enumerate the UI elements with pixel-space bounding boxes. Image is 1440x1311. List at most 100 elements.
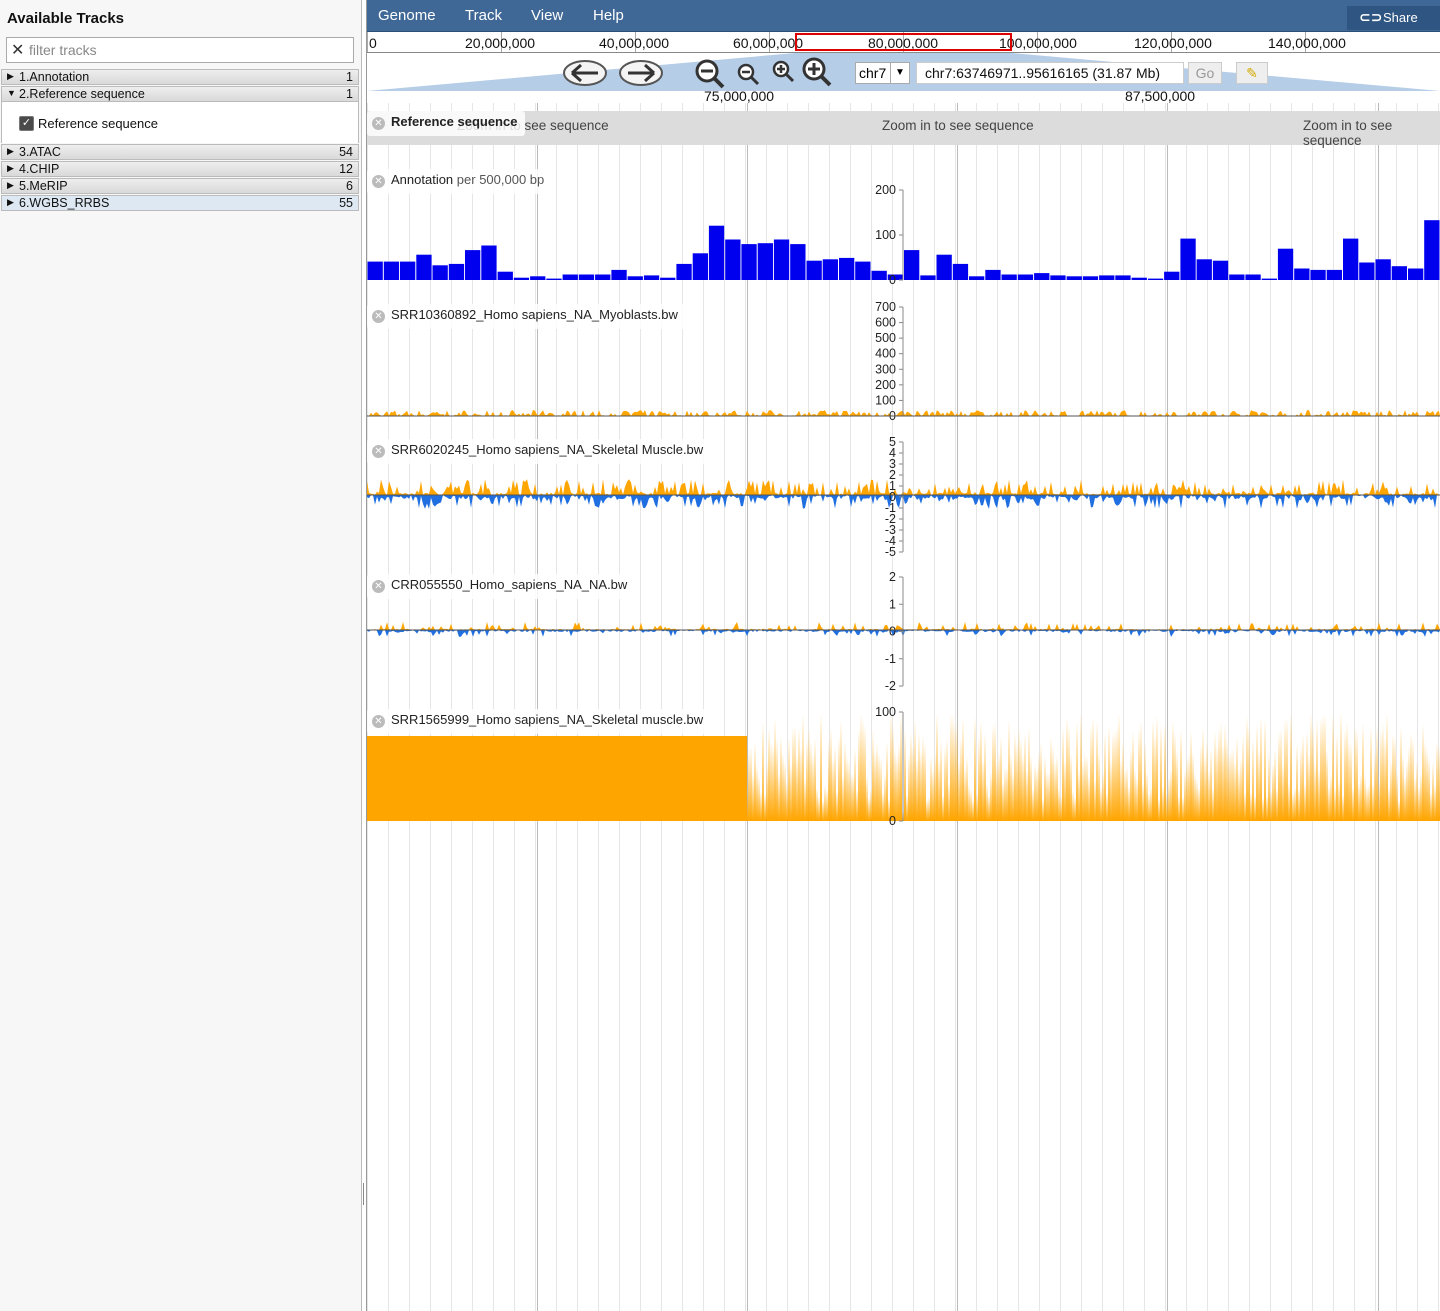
pan-left-icon[interactable]	[562, 58, 608, 88]
navigation-bar: chr7 ▼ chr7:63746971..95616165 (31.87 Mb…	[367, 53, 1440, 104]
clear-filter-icon[interactable]: ✕	[11, 40, 24, 60]
category-label: 1.Annotation	[19, 70, 90, 84]
annotation-bar	[1099, 275, 1115, 280]
annotation-bar	[1180, 238, 1196, 280]
track-name: SRR1565999_Homo sapiens_NA_Skeletal musc…	[391, 712, 704, 727]
annotation-bar	[416, 254, 432, 280]
share-button[interactable]: ⊂⊃ Share	[1347, 6, 1440, 30]
annotation-bar	[578, 274, 595, 280]
menu-genome[interactable]: Genome	[378, 7, 436, 24]
expand-arrow-icon: ▶	[7, 180, 14, 190]
close-track-icon[interactable]: ✕	[372, 310, 385, 323]
menu-view[interactable]: View	[531, 7, 563, 24]
annotation-bar	[790, 244, 806, 280]
category-reference-sequence[interactable]: ▼ 2.Reference sequence 1	[1, 86, 359, 102]
track-label-skeletal-muscle[interactable]: ✕ SRR6020245_Homo sapiens_NA_Skeletal Mus…	[367, 439, 712, 464]
track-label-myoblasts[interactable]: ✕ SRR10360892_Homo sapiens_NA_Myoblasts.b…	[367, 304, 686, 329]
crr-axis-label: 0	[889, 625, 896, 639]
category-wgbs-rrbs[interactable]: ▶ 6.WGBS_RRBS 55	[1, 195, 359, 211]
close-track-icon[interactable]: ✕	[372, 445, 385, 458]
wgbs-dense-block	[367, 736, 747, 821]
annotation-bar	[1164, 271, 1180, 280]
zoom-in-small-icon[interactable]	[772, 60, 796, 84]
track-label-annotation[interactable]: ✕ Annotation per 500,000 bp	[367, 169, 553, 194]
annotation-bar	[676, 263, 692, 280]
myoblasts-axis-label: 300	[875, 362, 896, 376]
detail-ruler-label: 75,000,000	[704, 88, 775, 104]
annotation-bar	[513, 277, 530, 280]
category-chip[interactable]: ▶ 4.CHIP 12	[1, 161, 359, 177]
overview-selection-highlight[interactable]	[795, 33, 1012, 51]
annotation-bar	[1066, 276, 1082, 280]
annotation-bar	[936, 254, 952, 280]
overview-ruler[interactable]: 0 20,000,000 40,000,000 60,000,000 80,00…	[367, 32, 1440, 53]
myoblasts-axis-label: 500	[875, 331, 896, 345]
category-count: 55	[339, 196, 353, 210]
highlight-button[interactable]: ✎	[1236, 62, 1268, 84]
chevron-down-icon[interactable]: ▼	[890, 63, 909, 83]
track-area[interactable]: 200 100 0 700 600 500 400 300 200 100 0 5 4 3 2 1 0 -1 -2-…	[367, 103, 1440, 1311]
annotation-bar	[969, 276, 985, 280]
annotation-bar	[1326, 269, 1342, 280]
annotation-bar	[985, 269, 1001, 280]
overview-label: 140,000,000	[1268, 35, 1346, 51]
track-label-reference-sequence[interactable]: ✕ Reference sequence	[367, 111, 526, 136]
go-button[interactable]: Go	[1188, 62, 1222, 84]
track-label-wgbs[interactable]: ✕ SRR1565999_Homo sapiens_NA_Skeletal mus…	[367, 709, 712, 734]
overview-tick	[367, 32, 368, 52]
filter-placeholder: filter tracks	[29, 42, 97, 58]
annotation-bar	[367, 261, 383, 280]
wgbs-axis-label: 0	[889, 814, 896, 828]
detail-ruler-label: 87,500,000	[1125, 88, 1196, 104]
category-label: 2.Reference sequence	[19, 87, 145, 101]
annotation-bar	[1196, 259, 1212, 280]
annotation-bar	[1001, 274, 1017, 280]
annotation-bar	[904, 250, 920, 280]
panel-title: Available Tracks	[7, 10, 125, 27]
close-track-icon[interactable]: ✕	[372, 715, 385, 728]
zoom-in-large-icon[interactable]	[801, 56, 833, 88]
pan-right-icon[interactable]	[618, 58, 664, 88]
category-merip[interactable]: ▶ 5.MeRIP 6	[1, 178, 359, 194]
close-track-icon[interactable]: ✕	[372, 175, 385, 188]
crr-axis-label: -1	[885, 652, 896, 666]
myoblasts-axis-label: 100	[875, 393, 896, 407]
overview-label: 120,000,000	[1134, 35, 1212, 51]
zoom-out-small-icon[interactable]	[737, 63, 761, 87]
close-track-icon[interactable]: ✕	[372, 580, 385, 593]
annotation-bar	[1212, 260, 1229, 280]
menu-bar: Genome Track View Help ⊂⊃ Share	[367, 0, 1440, 32]
menu-help[interactable]: Help	[593, 7, 624, 24]
category-annotation[interactable]: ▶ 1.Annotation 1	[1, 69, 359, 85]
annotation-bar	[530, 276, 546, 280]
reference-sequence-label[interactable]: Reference sequence	[38, 116, 158, 131]
annotation-bar	[1391, 266, 1407, 280]
crr-axis-label: 2	[889, 570, 896, 584]
annotation-bar	[1408, 268, 1424, 280]
chromosome-select[interactable]: chr7 ▼	[855, 62, 910, 84]
reference-sequence-list: ✓ Reference sequence	[1, 102, 359, 143]
overview-label: 20,000,000	[465, 35, 536, 51]
annotation-bar	[741, 244, 757, 280]
category-count: 6	[346, 179, 353, 193]
category-count: 1	[346, 70, 353, 84]
annotation-bar	[660, 277, 676, 280]
annotation-bar	[1359, 262, 1375, 280]
annotation-bar	[1294, 268, 1310, 280]
crr-axis-label: 1	[889, 597, 896, 611]
zoom-out-large-icon[interactable]	[694, 58, 726, 90]
annotation-bar	[546, 278, 562, 280]
menu-track[interactable]: Track	[465, 7, 502, 24]
annotation-bar	[611, 269, 627, 280]
close-track-icon[interactable]: ✕	[372, 117, 385, 130]
filter-tracks-input[interactable]: ✕ filter tracks	[6, 37, 354, 63]
track-name: Annotation	[391, 172, 454, 187]
category-atac[interactable]: ▶ 3.ATAC 54	[1, 144, 359, 160]
reference-sequence-checkbox[interactable]: ✓	[19, 116, 34, 131]
track-label-crr055550[interactable]: ✕ CRR055550_Homo_sapiens_NA_NA.bw	[367, 574, 636, 599]
location-input[interactable]: chr7:63746971..95616165 (31.87 Mb)	[916, 62, 1184, 84]
annotation-bar	[383, 261, 400, 280]
share-label: Share	[1383, 10, 1418, 25]
collapse-arrow-icon: ▼	[7, 88, 16, 98]
splitter-grip[interactable]	[363, 1183, 364, 1205]
